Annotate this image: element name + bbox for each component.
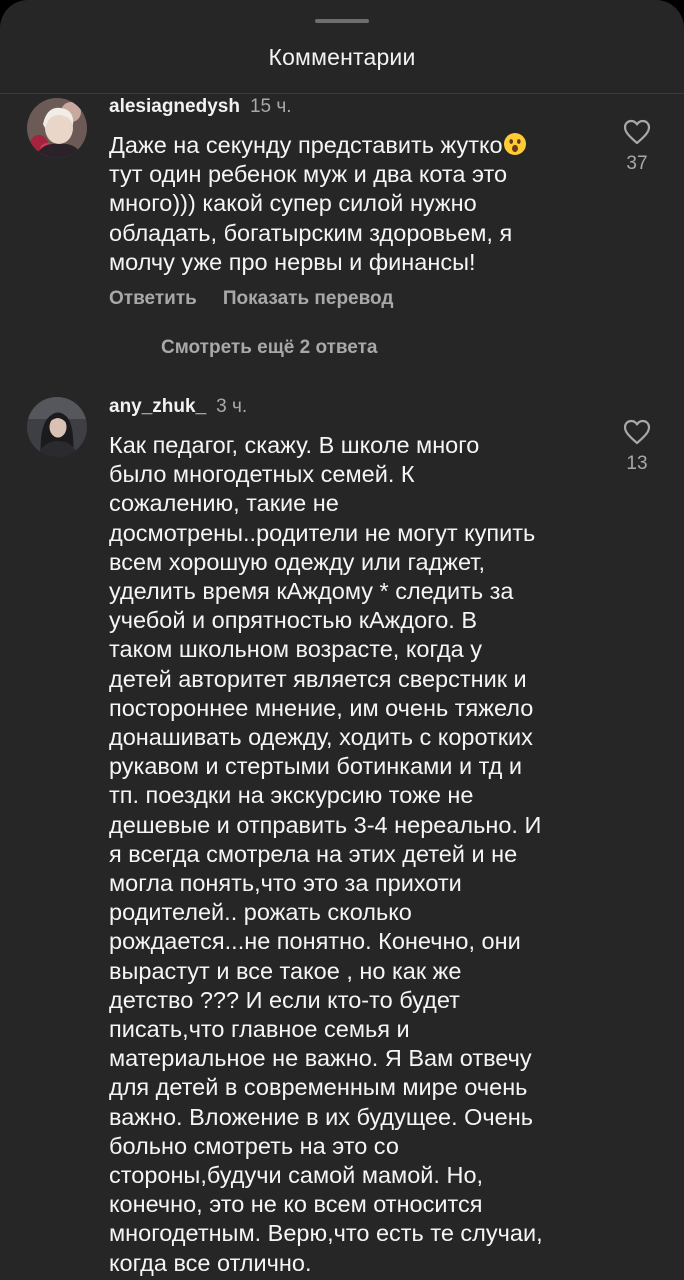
reply-button[interactable]: Ответить bbox=[109, 288, 197, 309]
show-translation-button[interactable]: Показать перевод bbox=[223, 288, 394, 309]
comment-text: Даже на секунду представить жутко тут од… bbox=[109, 131, 599, 277]
comment-header: alesiagnedysh 15 ч. bbox=[109, 96, 292, 118]
timestamp: 3 ч. bbox=[216, 396, 248, 417]
avatar[interactable] bbox=[27, 397, 87, 457]
comment-actions: Ответить Показать перевод bbox=[109, 288, 393, 310]
comment-text-rest: тут один ребенок муж и два кота это мног… bbox=[109, 161, 513, 275]
like-control: 37 bbox=[612, 119, 662, 175]
heart-outline-icon[interactable] bbox=[623, 119, 651, 145]
view-more-replies-button[interactable]: Смотреть ещё 2 ответа bbox=[161, 337, 378, 359]
header-divider bbox=[0, 93, 684, 94]
comment-text-part: Даже на секунду представить жутко bbox=[109, 132, 503, 158]
like-count: 37 bbox=[626, 153, 648, 174]
comments-sheet: Комментарии alesiagnedysh 15 ч. Даже на с… bbox=[0, 0, 684, 1280]
like-count: 13 bbox=[626, 453, 648, 474]
sheet-title: Комментарии bbox=[268, 44, 416, 70]
like-control: 13 bbox=[612, 419, 662, 475]
timestamp: 15 ч. bbox=[249, 96, 292, 117]
comment-text: Как педагог, скажу. В школе много было м… bbox=[109, 432, 543, 1276]
avatar[interactable] bbox=[27, 98, 87, 158]
heart-outline-icon[interactable] bbox=[623, 419, 651, 445]
surprised-face-emoji bbox=[503, 132, 527, 156]
drag-handle[interactable] bbox=[315, 19, 369, 23]
username[interactable]: alesiagnedysh bbox=[109, 96, 240, 117]
comment-header: any_zhuk_ 3 ч. bbox=[109, 396, 247, 418]
username[interactable]: any_zhuk_ bbox=[109, 396, 206, 417]
